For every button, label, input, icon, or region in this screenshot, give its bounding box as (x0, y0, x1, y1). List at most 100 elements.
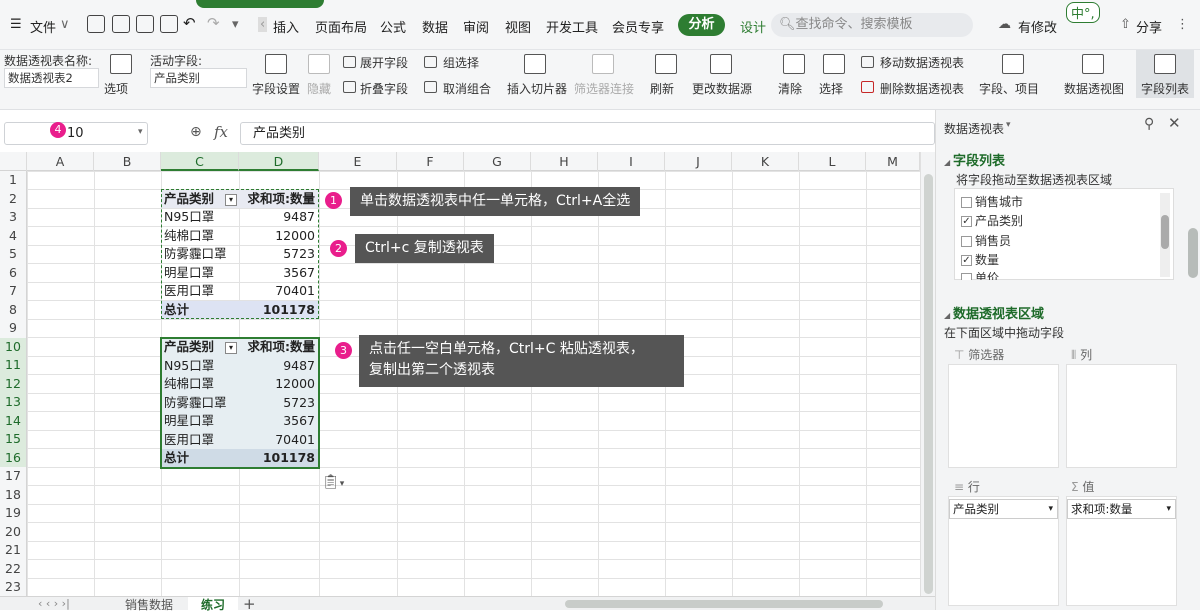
select-icon[interactable] (823, 54, 845, 74)
column-header[interactable]: L (799, 152, 866, 171)
select-button[interactable]: 选择 (819, 80, 843, 97)
expand-field-button[interactable]: 展开字段 (360, 54, 408, 71)
print-preview-icon[interactable] (160, 15, 178, 33)
zoom-icon[interactable]: ⊕ (190, 124, 202, 140)
row-header[interactable]: 20 (0, 523, 26, 542)
pivot-chart-button[interactable]: 数据透视图 (1064, 80, 1124, 97)
column-header[interactable]: A (27, 152, 94, 171)
row-header[interactable]: 7 (0, 282, 26, 301)
checkbox[interactable] (961, 197, 972, 208)
row-header[interactable]: 21 (0, 541, 26, 560)
fx-icon[interactable]: fx (214, 123, 228, 141)
field-item-price[interactable]: 单价 (961, 269, 999, 280)
field-list-toggle[interactable]: 字段列表 (1136, 50, 1194, 98)
column-header[interactable]: K (732, 152, 799, 171)
field-item-city[interactable]: 销售城市 (961, 193, 1023, 210)
chevron-down-icon[interactable]: ∨ (60, 17, 70, 32)
expand-field-icon[interactable] (343, 56, 356, 68)
document-tab[interactable] (196, 0, 324, 8)
row-header[interactable]: 5 (0, 245, 26, 264)
column-header[interactable]: E (319, 152, 397, 171)
change-source-button[interactable]: 更改数据源 (692, 80, 752, 97)
row-header[interactable]: 6 (0, 264, 26, 283)
sheet-tab-practice[interactable]: 练习 (188, 597, 238, 612)
delete-pivot-button[interactable]: 删除数据透视表 (880, 80, 964, 97)
checkbox-checked[interactable]: ✓ (961, 216, 972, 227)
row-header[interactable]: 22 (0, 560, 26, 579)
nav-first-icon[interactable]: ‹ ‹ › ›| (38, 597, 70, 610)
menu-review[interactable]: 审阅 (463, 17, 489, 36)
menu-developer[interactable]: 开发工具 (546, 17, 598, 36)
pane-title[interactable]: 数据透视表 (944, 120, 1004, 137)
column-header[interactable]: J (665, 152, 732, 171)
refresh-icon[interactable] (655, 54, 677, 74)
field-settings-button[interactable]: 字段设置 (252, 80, 300, 97)
filter-zone[interactable] (948, 364, 1059, 468)
clear-button[interactable]: 清除 (778, 80, 802, 97)
row-header[interactable]: 1 (0, 171, 26, 190)
row-header[interactable]: 8 (0, 301, 26, 320)
print-icon[interactable] (136, 15, 154, 33)
row-header[interactable]: 10 (0, 337, 26, 356)
fields-items-icon[interactable] (1002, 54, 1024, 74)
row-header[interactable]: 17 (0, 467, 26, 486)
fields-items-button[interactable]: 字段、项目 (979, 80, 1039, 97)
menu-view[interactable]: 视图 (505, 17, 531, 36)
checkbox[interactable] (961, 273, 972, 280)
share-icon[interactable]: ⇧ (1120, 17, 1131, 32)
row-header[interactable]: 3 (0, 208, 26, 227)
more-icon[interactable]: ▾ (232, 17, 239, 32)
row-header[interactable]: 19 (0, 504, 26, 523)
menu-page-layout[interactable]: 页面布局 (315, 17, 367, 36)
collapse-field-icon[interactable] (343, 81, 356, 93)
horizontal-scrollbar-thumb[interactable] (565, 600, 883, 608)
pin-icon[interactable]: ⚲ (1144, 116, 1154, 132)
group-select-icon[interactable] (424, 56, 437, 68)
refresh-button[interactable]: 刷新 (650, 80, 674, 97)
row-zone[interactable]: 产品类别 ▾ (948, 496, 1059, 606)
options-icon[interactable] (110, 54, 132, 74)
ungroup-button[interactable]: 取消组合 (443, 80, 491, 97)
add-sheet-icon[interactable]: + (243, 595, 256, 613)
pane-scrollbar-thumb[interactable] (1188, 228, 1198, 278)
column-zone[interactable] (1066, 364, 1177, 468)
ungroup-icon[interactable] (424, 81, 437, 93)
menu-file[interactable]: 文件 (30, 17, 56, 36)
menu-icon[interactable]: ☰ (10, 17, 22, 32)
field-settings-icon[interactable] (265, 54, 287, 74)
field-item-salesperson[interactable]: 销售员 (961, 232, 1011, 249)
menu-member[interactable]: 会员专享 (612, 17, 664, 36)
row-field-dropdown[interactable]: 产品类别 ▾ (949, 499, 1058, 519)
spreadsheet-grid[interactable] (27, 171, 920, 596)
modified-status[interactable]: 有修改 (1018, 17, 1057, 36)
active-field-input[interactable]: 产品类别 (150, 68, 247, 88)
chevron-down-icon[interactable]: ▾ (138, 127, 143, 137)
column-header[interactable]: H (531, 152, 598, 171)
row-header[interactable]: 12 (0, 374, 26, 393)
menu-formula[interactable]: 公式 (380, 17, 406, 36)
undo-icon[interactable]: ↶ (183, 14, 196, 32)
column-header[interactable]: F (397, 152, 464, 171)
column-header[interactable]: D (239, 152, 319, 171)
menu-insert[interactable]: 插入 (273, 17, 299, 36)
pivot-chart-icon[interactable] (1082, 54, 1104, 74)
formula-input[interactable]: 产品类别 (240, 122, 935, 145)
scrollbar-thumb[interactable] (924, 174, 933, 594)
name-box[interactable]: 10 (4, 122, 148, 145)
value-zone[interactable]: 求和项:数量 ▾ (1066, 496, 1177, 606)
column-header[interactable]: G (464, 152, 531, 171)
scroll-left-icon[interactable]: ‹ (258, 17, 268, 32)
group-select-button[interactable]: 组选择 (443, 54, 479, 71)
close-icon[interactable]: ✕ (1168, 114, 1181, 132)
field-item-category[interactable]: ✓ 产品类别 (961, 212, 1023, 229)
ime-indicator[interactable]: 中°, (1066, 2, 1100, 23)
row-header[interactable]: 15 (0, 430, 26, 449)
sheet-tab-sales[interactable]: 销售数据 (112, 597, 186, 612)
change-source-icon[interactable] (710, 54, 732, 74)
row-header[interactable]: 23 (0, 578, 26, 597)
tab-design[interactable]: 设计 (740, 17, 766, 36)
move-pivot-button[interactable]: 移动数据透视表 (880, 54, 964, 71)
column-header[interactable]: C (161, 152, 239, 171)
vertical-scrollbar[interactable] (920, 152, 935, 596)
row-header[interactable]: 4 (0, 227, 26, 246)
